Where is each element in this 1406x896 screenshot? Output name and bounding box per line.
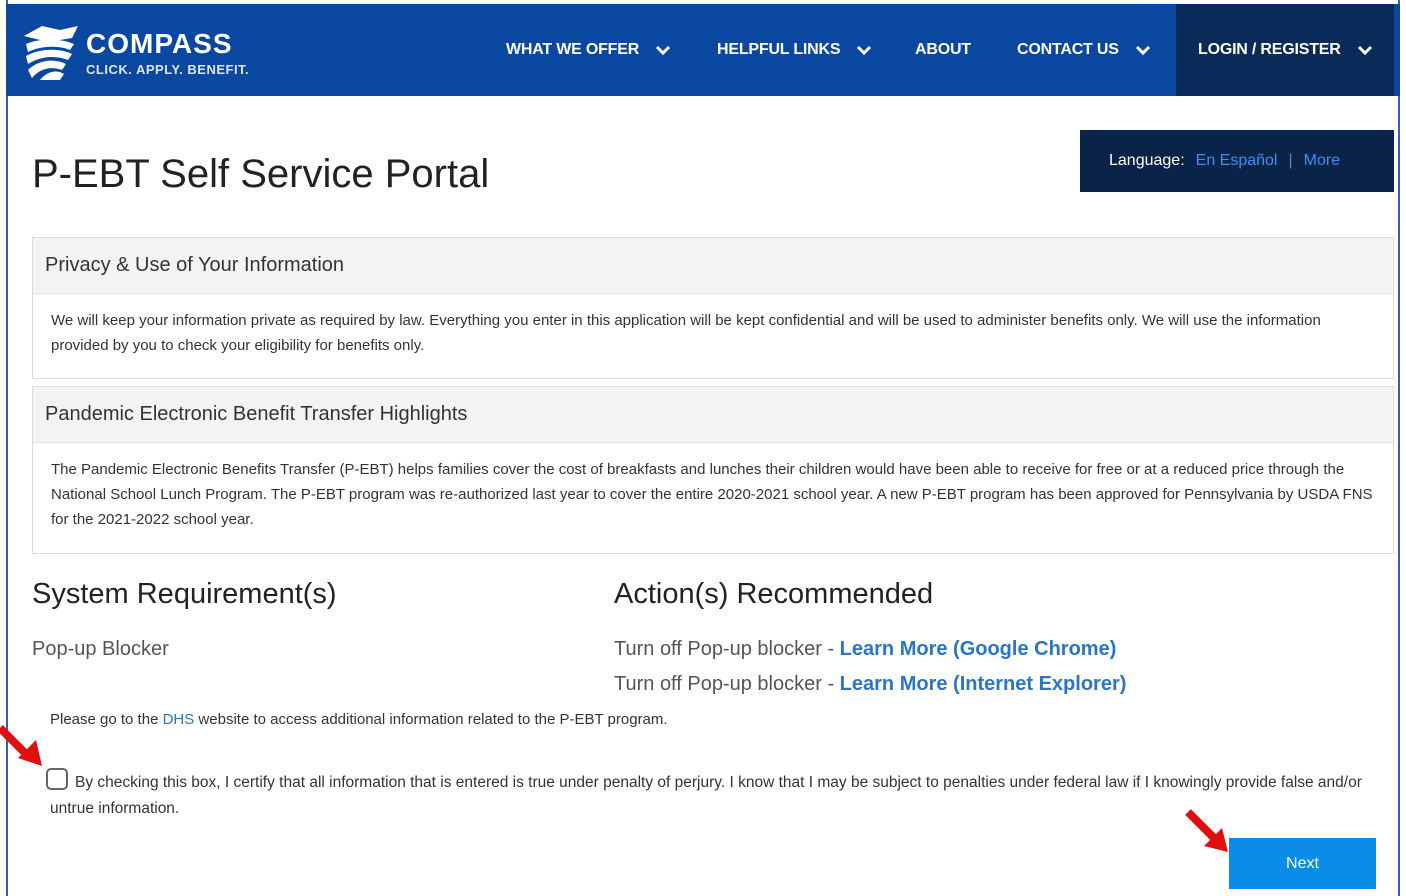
highlights-heading: Pandemic Electronic Benefit Transfer Hig…	[33, 387, 1393, 443]
language-more-link[interactable]: More	[1304, 152, 1340, 170]
actions-recommended-heading: Action(s) Recommended	[614, 578, 934, 610]
annotation-arrow-icon	[1185, 809, 1228, 852]
dhs-link[interactable]: DHS	[163, 711, 195, 728]
chevron-down-icon	[656, 45, 671, 56]
nav-label: WHAT WE OFFER	[506, 41, 640, 58]
action-prefix: Turn off Pop-up blocker -	[614, 638, 840, 660]
privacy-panel: Privacy & Use of Your Information We wil…	[32, 237, 1394, 379]
nav-what-we-offer[interactable]: WHAT WE OFFER	[506, 38, 671, 62]
dhs-text-before: Please go to the	[50, 711, 163, 728]
annotation-arrow-icon	[0, 725, 42, 766]
language-separator: |	[1288, 152, 1293, 169]
action-line-ie: Turn off Pop-up blocker - Learn More (In…	[614, 673, 1126, 696]
system-requirements-heading: System Requirement(s)	[32, 578, 337, 610]
compass-logo-icon[interactable]	[20, 24, 82, 82]
dhs-info-line: Please go to the DHS website to access a…	[50, 711, 668, 728]
next-button[interactable]: Next	[1229, 838, 1376, 889]
action-line-chrome: Turn off Pop-up blocker - Learn More (Go…	[614, 638, 1116, 661]
certify-text: By checking this box, I certify that all…	[50, 774, 1362, 817]
learn-more-ie-link[interactable]: Learn More (Internet Explorer)	[840, 673, 1127, 695]
nav-login-register-label[interactable]: LOGIN / REGISTER	[1198, 38, 1373, 62]
highlights-body: The Pandemic Electronic Benefits Transfe…	[51, 461, 1373, 528]
nav-label: ABOUT	[915, 41, 971, 58]
privacy-heading: Privacy & Use of Your Information	[33, 238, 1393, 294]
brand-name[interactable]: COMPASS	[86, 28, 233, 60]
nav-label: LOGIN / REGISTER	[1198, 41, 1341, 58]
requirement-popup-blocker: Pop-up Blocker	[32, 638, 169, 660]
action-prefix: Turn off Pop-up blocker -	[614, 673, 840, 695]
nav-login-register[interactable]: LOGIN / REGISTER	[1176, 4, 1394, 96]
page-frame-right	[1398, 0, 1400, 896]
chevron-down-icon	[857, 45, 872, 56]
page-title: P-EBT Self Service Portal	[32, 152, 490, 196]
privacy-body: We will keep your information private as…	[51, 312, 1321, 354]
nav-label: CONTACT US	[1017, 41, 1119, 58]
nav-helpful-links[interactable]: HELPFUL LINKS	[717, 38, 872, 62]
language-selector: Language: En Español | More	[1080, 130, 1394, 192]
certify-checkbox[interactable]	[46, 768, 68, 790]
chevron-down-icon	[1135, 45, 1150, 56]
language-label: Language:	[1109, 152, 1185, 169]
learn-more-chrome-link[interactable]: Learn More (Google Chrome)	[840, 638, 1117, 660]
highlights-panel: Pandemic Electronic Benefit Transfer Hig…	[32, 386, 1394, 554]
nav-label: HELPFUL LINKS	[717, 41, 841, 58]
language-espanol-link[interactable]: En Español	[1196, 152, 1278, 170]
nav-about[interactable]: ABOUT	[915, 38, 971, 62]
nav-contact-us[interactable]: CONTACT US	[1017, 38, 1151, 62]
dhs-text-after: website to access additional information…	[194, 711, 668, 728]
brand-tagline: CLICK. APPLY. BENEFIT.	[86, 62, 250, 77]
chevron-down-icon	[1357, 45, 1372, 56]
